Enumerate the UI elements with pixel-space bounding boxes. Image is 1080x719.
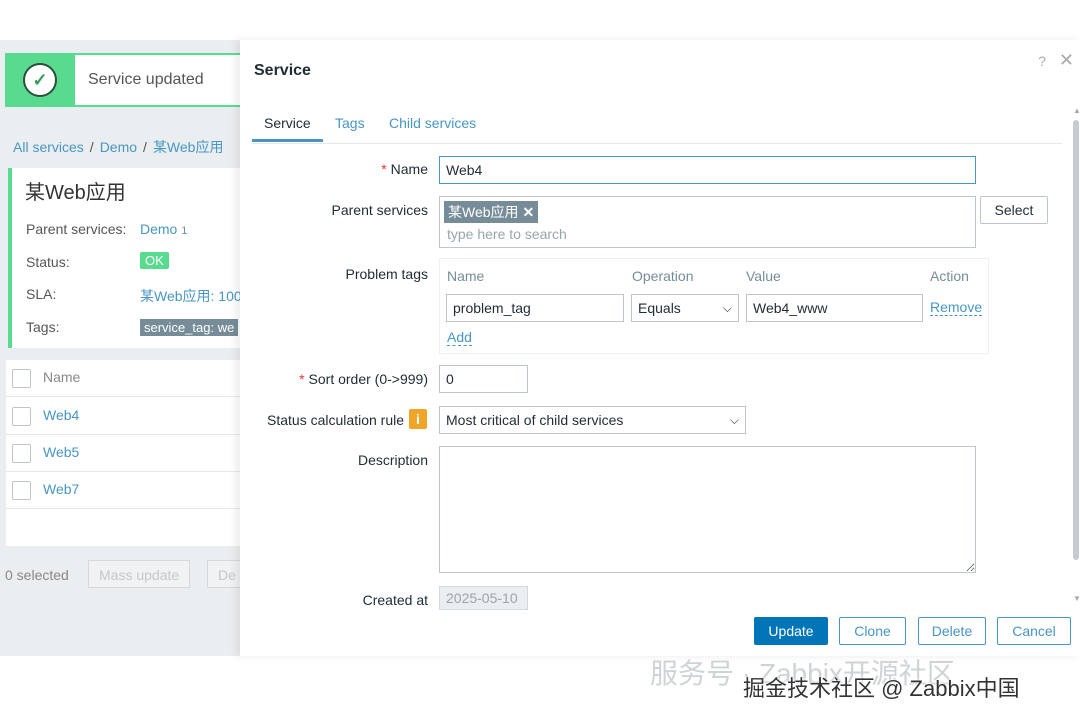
scroll-up-icon[interactable]: ▲ [1073,106,1080,115]
name-column-header[interactable]: Name [43,369,80,385]
select-parent-button[interactable]: Select [980,196,1048,224]
list-item: Web4 [6,398,240,435]
remove-chip-icon[interactable]: ✕ [522,204,534,220]
list-item-link[interactable]: Web7 [43,481,79,497]
select-all-checkbox[interactable] [12,369,31,388]
breadcrumb: All services / Demo / 某Web应用 [13,139,224,155]
required-mark: * [381,161,387,177]
update-button[interactable]: Update [754,617,828,645]
delete-button[interactable]: De [207,560,240,588]
created-at-value: 2025-05-10 [439,586,528,610]
sort-order-label: * Sort order (0->999) [299,371,428,387]
dialog-scrollbar[interactable]: ▲ ▼ [1072,106,1080,606]
problem-tag-value-input[interactable] [746,294,923,322]
chevron-down-icon: ⌵ [722,301,732,315]
status-rule-label: Status calculation rule [267,412,404,428]
pt-operation-header: Operation [632,268,694,284]
background-page: ✓ Service updated All services / Demo / 某Web… [0,40,240,656]
pt-action-header: Action [930,268,969,284]
scrollbar-thumb[interactable] [1073,120,1079,560]
tab-tags[interactable]: Tags [335,115,365,131]
breadcrumb-all-services[interactable]: All services [13,139,84,155]
help-icon[interactable]: ? [1038,53,1046,69]
service-title: 某Web应用 [25,182,126,204]
tag-chip: service_tag: we [140,319,239,336]
problem-tags-label: Problem tags [345,266,428,282]
chevron-down-icon: ⌵ [729,413,739,427]
service-info-card: 某Web应用 Parent services: Demo 1 Status: O… [8,168,240,348]
watermark-text-2: 掘金技术社区 @ Zabbix中国 [743,676,1020,701]
list-item: Web7 [6,472,240,509]
service-dialog: Service ? ✕ Service Tags Child services … [240,40,1080,656]
sla-value[interactable]: 某Web应用: 100 [140,286,240,306]
status-rule-select[interactable]: Most critical of child services ⌵ [439,406,746,434]
parent-search-placeholder[interactable]: type here to search [447,226,567,242]
status-badge: OK [140,252,169,269]
dialog-tabs: Service Tags Child services [252,113,1062,144]
check-icon: ✓ [23,63,57,97]
list-header: Name [6,360,240,397]
list-item: Web5 [6,435,240,472]
problem-tag-operation-select[interactable]: Equals ⌵ [631,294,739,322]
created-at-label: Created at [362,592,428,608]
sort-order-input[interactable] [439,365,528,393]
remove-tag-link[interactable]: Remove [930,299,983,316]
mass-update-button[interactable]: Mass update [88,560,191,588]
breadcrumb-demo[interactable]: Demo [100,139,137,155]
tags-label: Tags: [26,319,60,335]
tab-service[interactable]: Service [252,115,323,142]
selected-count: 0 selected [5,567,69,583]
row-checkbox[interactable] [12,407,31,426]
parent-services-label: Parent services [331,202,428,218]
child-services-list: Name Web4 Web5 Web7 [6,360,240,546]
parent-service-chip: 某Web应用 ✕ [444,201,539,223]
delete-button[interactable]: Delete [918,617,986,645]
problem-tags-table: Name Operation Value Action Equals ⌵ Rem… [439,258,989,354]
status-label: Status: [26,254,70,270]
add-tag-link[interactable]: Add [447,329,472,346]
scroll-down-icon[interactable]: ▼ [1073,594,1080,603]
description-label: Description [357,452,428,468]
tab-child-services[interactable]: Child services [389,115,476,131]
cancel-button[interactable]: Cancel [997,617,1071,645]
description-textarea[interactable] [439,446,976,573]
parent-count: 1 [181,225,188,237]
problem-tag-name-input[interactable] [446,294,624,322]
row-checkbox[interactable] [12,481,31,500]
required-mark: * [299,371,305,387]
dialog-title: Service [254,62,311,79]
pt-name-header: Name [447,268,485,284]
name-input[interactable] [439,156,976,184]
list-item-link[interactable]: Web4 [43,407,79,423]
list-item-link[interactable]: Web5 [43,444,79,460]
pt-value-header: Value [746,268,781,284]
info-icon[interactable]: i [409,409,427,429]
parent-services-value[interactable]: Demo 1 [140,221,187,237]
breadcrumb-current[interactable]: 某Web应用 [153,139,224,155]
row-checkbox[interactable] [12,444,31,463]
parent-services-multiselect[interactable]: 某Web应用 ✕ type here to search [439,196,976,248]
sla-label: SLA: [26,286,57,302]
toast-icon-area: ✓ [5,53,75,107]
toast-message: Service updated [88,71,204,88]
clone-button[interactable]: Clone [839,617,906,645]
close-icon[interactable]: ✕ [1059,50,1074,71]
name-label: * Name [381,161,428,177]
success-toast: ✓ Service updated [5,53,240,107]
parent-services-label: Parent services: [26,221,127,237]
